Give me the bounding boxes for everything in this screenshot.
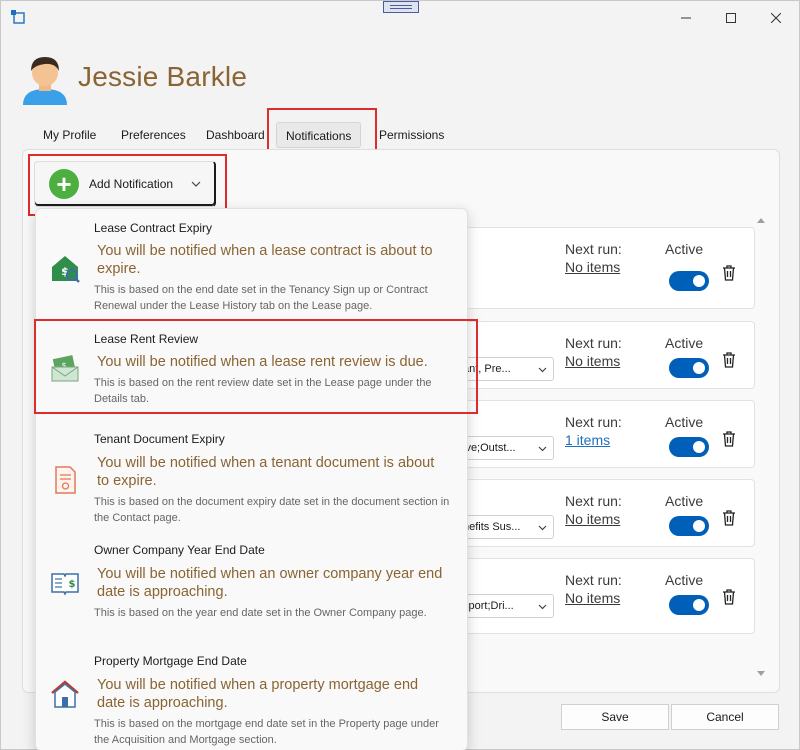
chevron-down-icon [538, 446, 547, 452]
scroll-down-icon[interactable] [757, 669, 765, 677]
item-message: You will be notified when a property mor… [97, 677, 419, 711]
next-run-value[interactable]: No items [565, 511, 620, 527]
item-title: Lease Contract Expiry [94, 221, 213, 235]
minimize-button[interactable] [663, 5, 709, 31]
item-description: This is based on the end date set in the… [94, 284, 428, 312]
dropdown-item-owner-company-year-end[interactable]: $ Owner Company Year End Date You will b… [36, 532, 467, 642]
app-icon [11, 10, 25, 24]
user-avatar-icon [23, 57, 67, 105]
ledger-dollar-icon: $ [51, 573, 79, 596]
trash-icon[interactable] [722, 589, 736, 605]
maximize-button[interactable] [708, 5, 754, 31]
maximize-icon [726, 13, 736, 23]
tab-my-profile[interactable]: My Profile [34, 122, 105, 148]
item-description: This is based on the document expiry dat… [94, 496, 450, 524]
minimize-icon [681, 17, 691, 19]
dropdown-item-tenant-document-expiry[interactable]: Tenant Document Expiry You will be notif… [36, 421, 467, 531]
item-description: This is based on the mortgage end date s… [94, 718, 439, 746]
close-icon [771, 13, 781, 23]
active-label: Active [665, 493, 704, 509]
active-label: Active [665, 335, 704, 351]
item-message: You will be notified when an owner compa… [97, 566, 443, 600]
next-run-label: Next run: [565, 241, 622, 257]
scroll-up-icon[interactable] [757, 217, 765, 225]
item-description: This is based on the year end date set i… [94, 607, 427, 619]
app-window: Jessie Barkle My Profile Preferences Das… [0, 0, 800, 750]
item-title: Tenant Document Expiry [94, 432, 225, 446]
trash-icon[interactable] [722, 265, 736, 281]
active-label: Active [665, 414, 704, 430]
user-name: Jessie Barkle [78, 61, 248, 92]
active-toggle[interactable] [669, 358, 709, 378]
close-button[interactable] [753, 5, 799, 31]
cancel-button[interactable]: Cancel [671, 704, 779, 730]
active-label: Active [665, 572, 704, 588]
next-run-label: Next run: [565, 493, 622, 509]
house-icon [51, 680, 79, 708]
next-run-value[interactable]: No items [565, 353, 620, 369]
trash-icon[interactable] [722, 431, 736, 447]
svg-text:$: $ [69, 579, 76, 590]
filter-select-value: nefits Sus... [463, 521, 521, 533]
active-toggle[interactable] [669, 516, 709, 536]
trash-icon[interactable] [722, 510, 736, 526]
item-message: You will be notified when a lease contra… [97, 243, 433, 277]
active-label: Active [665, 241, 704, 257]
add-button-highlight-box [28, 154, 227, 216]
tab-dashboard[interactable]: Dashboard [197, 122, 274, 148]
item-message: You will be notified when a tenant docum… [97, 455, 435, 489]
next-run-label: Next run: [565, 572, 622, 588]
next-run-value[interactable]: No items [565, 590, 620, 606]
notification-type-dropdown: $ Lease Contract Expiry You will be noti… [35, 208, 468, 750]
tab-preferences[interactable]: Preferences [112, 122, 195, 148]
filter-select-value: sport;Dri... [463, 600, 514, 612]
dropdown-item-lease-contract-expiry[interactable]: $ Lease Contract Expiry You will be noti… [36, 209, 467, 321]
chevron-down-icon [538, 367, 547, 373]
item-title: Owner Company Year End Date [94, 543, 265, 557]
trash-icon[interactable] [722, 352, 736, 368]
window-grip-handle[interactable] [383, 1, 419, 13]
document-certificate-icon [55, 466, 76, 494]
active-toggle[interactable] [669, 595, 709, 615]
next-run-label: Next run: [565, 335, 622, 351]
rent-review-highlight-box [34, 319, 478, 414]
next-run-value[interactable]: 1 items [565, 432, 610, 448]
active-toggle[interactable] [669, 437, 709, 457]
house-dollar-icon: $ [52, 256, 80, 283]
item-title: Property Mortgage End Date [94, 654, 247, 668]
chevron-down-icon [538, 525, 547, 531]
filter-select-value: ive;Outst... [463, 442, 516, 454]
tab-permissions[interactable]: Permissions [370, 122, 453, 148]
next-run-label: Next run: [565, 414, 622, 430]
next-run-value[interactable]: No items [565, 259, 620, 275]
active-toggle[interactable] [669, 271, 709, 291]
chevron-down-icon [538, 604, 547, 610]
save-button[interactable]: Save [561, 704, 669, 730]
dropdown-item-property-mortgage-end[interactable]: Property Mortgage End Date You will be n… [36, 643, 467, 750]
